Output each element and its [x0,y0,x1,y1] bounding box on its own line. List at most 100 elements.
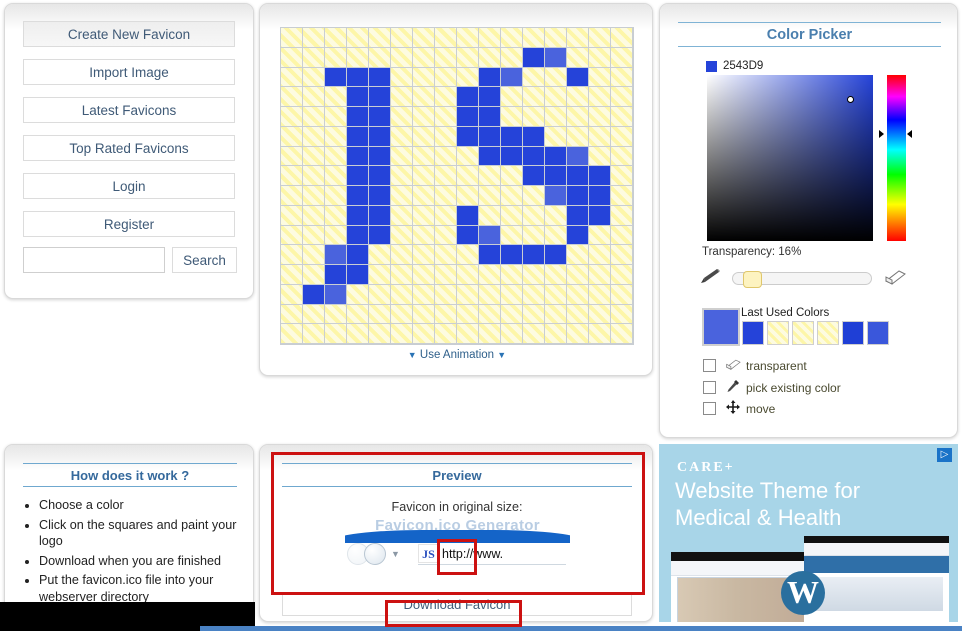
pixel-cell-0-14[interactable] [589,28,611,48]
pixel-cell-6-12[interactable] [545,146,567,167]
pixel-cell-14-12[interactable] [545,304,567,325]
pixel-cell-2-10[interactable] [501,67,523,88]
pixel-cell-15-4[interactable] [369,324,391,344]
pixel-cell-8-14[interactable] [589,186,611,206]
pixel-cell-11-13[interactable] [567,245,589,265]
pixel-cell-11-0[interactable] [281,245,303,265]
pixel-cell-10-9[interactable] [479,225,501,246]
last-used-swatch-3[interactable] [817,321,839,345]
pixel-cell-10-11[interactable] [523,225,545,246]
pixel-cell-5-15[interactable] [611,126,633,147]
pixel-cell-8-0[interactable] [281,186,303,206]
pixel-cell-6-8[interactable] [457,146,479,167]
pixel-cell-13-7[interactable] [435,284,457,305]
pixel-cell-1-8[interactable] [457,47,479,68]
pixel-cell-0-4[interactable] [369,28,391,48]
pixel-cell-6-11[interactable] [523,146,545,167]
pixel-cell-8-12[interactable] [545,186,567,206]
pixel-cell-3-10[interactable] [501,87,523,107]
pixel-cell-9-15[interactable] [611,205,633,226]
pixel-cell-6-7[interactable] [435,146,457,167]
pixel-cell-3-12[interactable] [545,87,567,107]
pixel-cell-3-5[interactable] [391,87,413,107]
pixel-cell-12-8[interactable] [457,265,479,285]
use-animation-toggle[interactable]: ▼ Use Animation ▼ [280,349,634,361]
pixel-cell-7-12[interactable] [545,166,567,186]
pixel-cell-10-15[interactable] [611,225,633,246]
pixel-cell-1-9[interactable] [479,47,501,68]
pixel-cell-4-7[interactable] [435,107,457,127]
pixel-cell-15-12[interactable] [545,324,567,344]
pixel-cell-6-13[interactable] [567,146,589,167]
pixel-cell-13-9[interactable] [479,284,501,305]
pixel-cell-1-13[interactable] [567,47,589,68]
browser-url-bar[interactable]: JS http://www. [418,543,566,565]
pixel-cell-11-11[interactable] [523,245,545,265]
search-button[interactable]: Search [172,247,237,273]
pixel-cell-11-7[interactable] [435,245,457,265]
pixel-cell-14-7[interactable] [435,304,457,325]
pixel-cell-4-15[interactable] [611,107,633,127]
pixel-cell-1-10[interactable] [501,47,523,68]
pixel-cell-12-12[interactable] [545,265,567,285]
option-transparent[interactable]: transparent [703,358,807,373]
pixel-cell-9-13[interactable] [567,205,589,226]
pixel-cell-12-5[interactable] [391,265,413,285]
pixel-cell-15-8[interactable] [457,324,479,344]
pixel-cell-15-15[interactable] [611,324,633,344]
pixel-cell-14-6[interactable] [413,304,435,325]
last-used-swatch-2[interactable] [792,321,814,345]
pixel-cell-1-5[interactable] [391,47,413,68]
pixel-cell-2-14[interactable] [589,67,611,88]
pixel-cell-12-10[interactable] [501,265,523,285]
pixel-cell-11-2[interactable] [325,245,347,265]
pixel-cell-7-3[interactable] [347,166,369,186]
pixel-cell-10-1[interactable] [303,225,325,246]
pixel-cell-13-11[interactable] [523,284,545,305]
pixel-cell-14-9[interactable] [479,304,501,325]
pixel-cell-12-15[interactable] [611,265,633,285]
pixel-cell-5-6[interactable] [413,126,435,147]
pixel-cell-11-12[interactable] [545,245,567,265]
pixel-cell-14-3[interactable] [347,304,369,325]
pixel-cell-8-5[interactable] [391,186,413,206]
pixel-cell-3-1[interactable] [303,87,325,107]
pixel-cell-3-2[interactable] [325,87,347,107]
pixel-cell-14-14[interactable] [589,304,611,325]
pixel-cell-9-10[interactable] [501,205,523,226]
pixel-cell-14-2[interactable] [325,304,347,325]
pixel-cell-5-9[interactable] [479,126,501,147]
browser-nav-buttons[interactable]: ▼ [347,543,400,565]
pixel-cell-4-11[interactable] [523,107,545,127]
pixel-cell-1-12[interactable] [545,47,567,68]
pixel-cell-2-3[interactable] [347,67,369,88]
pixel-cell-14-4[interactable] [369,304,391,325]
pixel-cell-8-2[interactable] [325,186,347,206]
pixel-cell-14-11[interactable] [523,304,545,325]
pixel-cell-0-12[interactable] [545,28,567,48]
pixel-cell-0-9[interactable] [479,28,501,48]
pixel-cell-0-7[interactable] [435,28,457,48]
pixel-cell-2-1[interactable] [303,67,325,88]
pixel-cell-3-7[interactable] [435,87,457,107]
transparency-slider-thumb[interactable] [743,271,762,288]
pixel-cell-3-6[interactable] [413,87,435,107]
pixel-cell-15-14[interactable] [589,324,611,344]
pixel-cell-2-2[interactable] [325,67,347,88]
pixel-cell-1-0[interactable] [281,47,303,68]
pixel-cell-9-1[interactable] [303,205,325,226]
option-pick-existing-color[interactable]: pick existing color [703,379,841,396]
pixel-cell-4-4[interactable] [369,107,391,127]
pixel-cell-6-5[interactable] [391,146,413,167]
chevron-down-icon[interactable]: ▼ [391,549,400,559]
pixel-cell-1-7[interactable] [435,47,457,68]
pixel-cell-7-15[interactable] [611,166,633,186]
sidebar-item-create-new-favicon[interactable]: Create New Favicon [23,21,235,47]
pixel-cell-5-2[interactable] [325,126,347,147]
pixel-cell-8-4[interactable] [369,186,391,206]
pixel-cell-3-15[interactable] [611,87,633,107]
last-used-swatch-1[interactable] [767,321,789,345]
pixel-cell-1-6[interactable] [413,47,435,68]
pixel-cell-15-3[interactable] [347,324,369,344]
pixel-cell-13-6[interactable] [413,284,435,305]
